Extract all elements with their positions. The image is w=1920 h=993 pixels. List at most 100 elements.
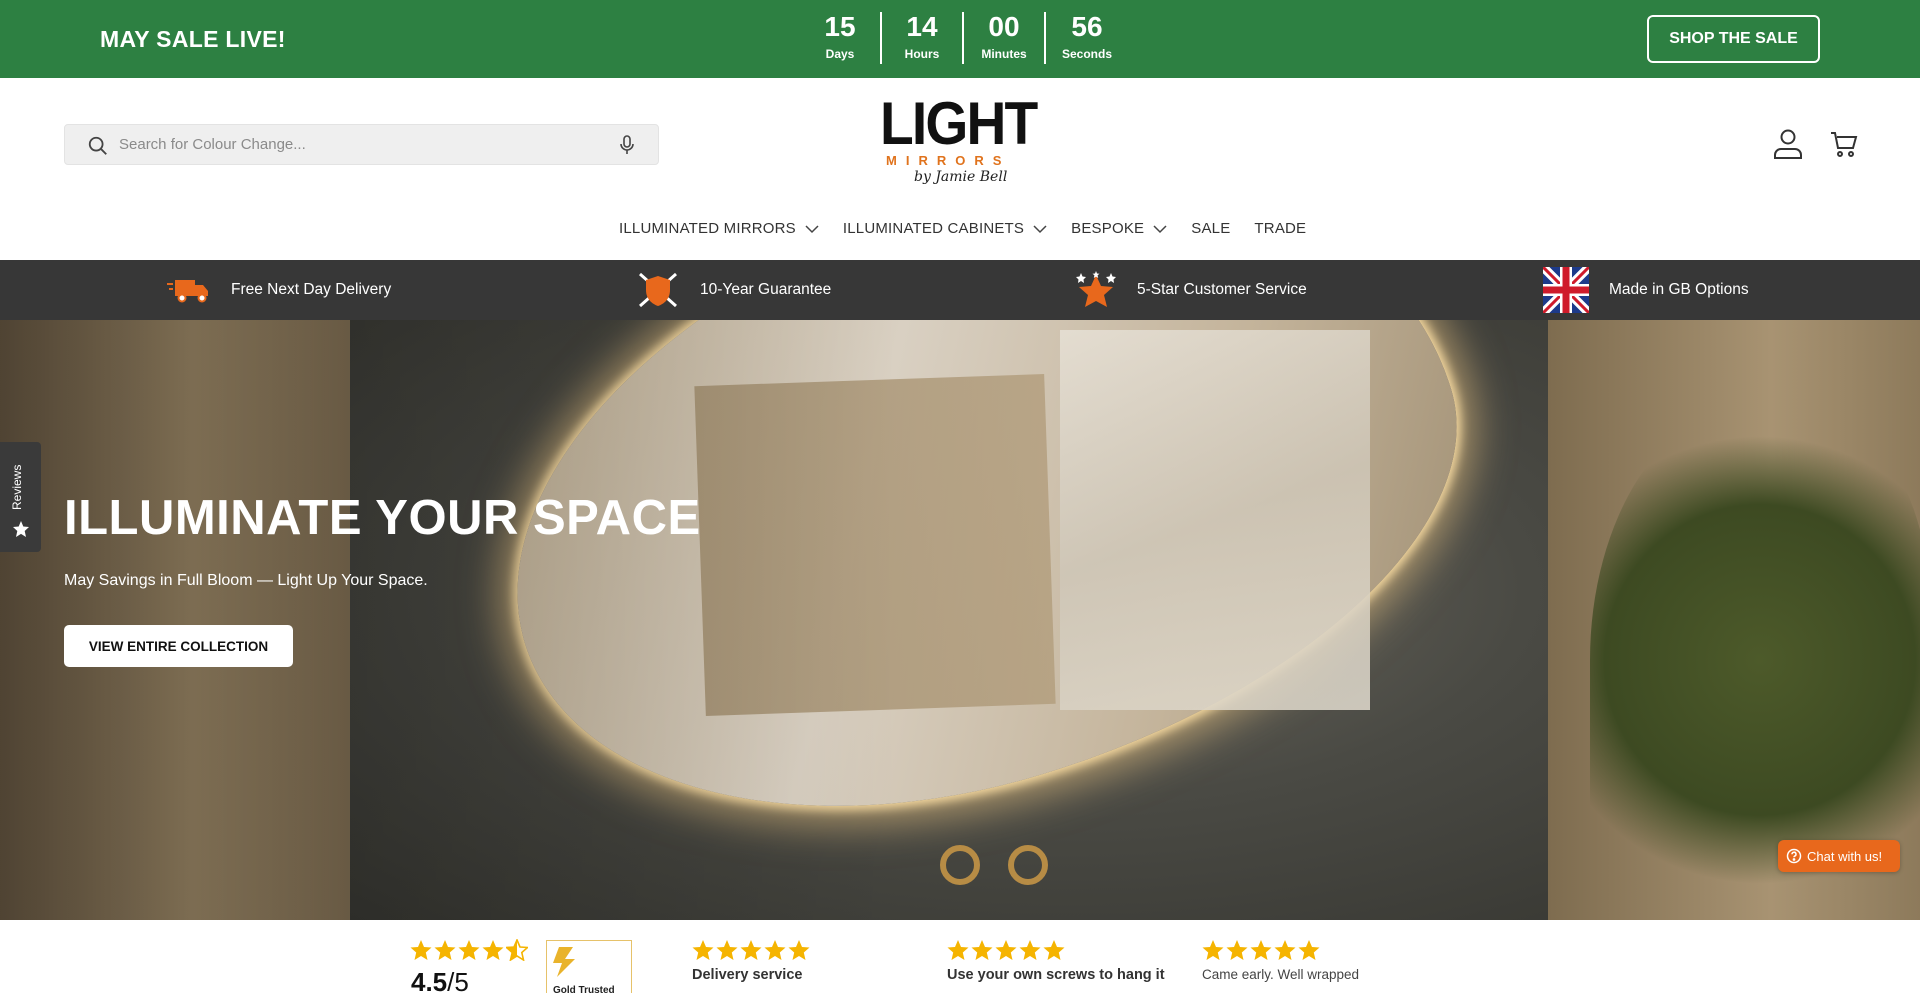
feature-label: Free Next Day Delivery [231, 281, 392, 298]
shield-icon [639, 272, 677, 308]
feature-label: 5-Star Customer Service [1137, 281, 1307, 298]
overall-rating-stars [410, 939, 528, 961]
uk-flag-icon [1543, 267, 1589, 313]
logo-main-text: LIGHT [880, 90, 1038, 157]
main-nav: ILLUMINATED MIRRORS ILLUMINATED CABINETS… [619, 220, 1330, 237]
review-stars [692, 939, 810, 961]
review-stars [1202, 939, 1359, 961]
review-card[interactable]: Came early. Well wrapped [1202, 939, 1359, 982]
reviews-strip: 4.5/5 Gold Trusted Delivery service Use … [0, 920, 1920, 993]
star-icon [482, 940, 504, 960]
rating-scale: /5 [447, 967, 469, 993]
help-circle-icon [1786, 848, 1802, 864]
star-icon [692, 940, 714, 960]
nav-trade[interactable]: TRADE [1254, 220, 1306, 237]
chevron-down-icon [1153, 224, 1167, 233]
star-icon [788, 940, 810, 960]
feature-made-in-gb: Made in GB Options [1543, 260, 1749, 320]
countdown-value: 15 [824, 11, 856, 42]
cart-icon[interactable] [1829, 129, 1859, 159]
countdown-hours: 14 Hours [882, 12, 964, 64]
star-icon [1226, 940, 1248, 960]
countdown-label: Days [825, 47, 855, 61]
features-bar: Free Next Day Delivery 10-Year Guarantee… [0, 260, 1920, 320]
star-icon [740, 940, 762, 960]
feature-customer-service: 5-Star Customer Service [1075, 260, 1307, 320]
nav-label: TRADE [1254, 220, 1307, 237]
review-title: Use your own screws to hang it [947, 967, 1165, 983]
nav-label: SALE [1191, 220, 1231, 237]
delivery-truck-icon [167, 280, 208, 303]
feature-guarantee: 10-Year Guarantee [636, 260, 831, 320]
hero-image-reflection-marble [1060, 330, 1370, 710]
account-icon[interactable] [1773, 128, 1803, 160]
star-icon [971, 940, 993, 960]
star-icon [1043, 940, 1065, 960]
overall-rating: 4.5/5 [411, 967, 469, 993]
site-logo[interactable]: LIGHT MIRRORS by Jamie Bell [880, 90, 1050, 192]
nav-label: ILLUMINATED MIRRORS [619, 220, 796, 237]
hero-title: ILLUMINATE YOUR SPACE [64, 491, 701, 545]
hero-banner: ILLUMINATE YOUR SPACE May Savings in Ful… [0, 320, 1920, 920]
nav-bespoke[interactable]: BESPOKE [1071, 220, 1167, 237]
search-icon [88, 136, 107, 155]
search-input[interactable] [119, 125, 599, 164]
countdown-label: Minutes [981, 47, 1027, 61]
hero-image-tap [940, 845, 980, 885]
microphone-icon[interactable] [617, 134, 637, 156]
hero-overlay [0, 320, 900, 920]
review-title: Came early. Well wrapped [1202, 967, 1360, 982]
countdown-value: 14 [906, 11, 938, 42]
gold-trusted-badge[interactable]: Gold Trusted [546, 940, 632, 993]
star-icon [1298, 940, 1320, 960]
feature-label: 10-Year Guarantee [700, 281, 832, 298]
reviews-side-tab[interactable]: Reviews [0, 442, 41, 552]
star-icon [1250, 940, 1272, 960]
star-icon [995, 940, 1017, 960]
shop-the-sale-button[interactable]: SHOP THE SALE [1647, 15, 1820, 63]
review-card[interactable]: Delivery service [692, 939, 810, 983]
star-icon [434, 940, 456, 960]
nav-sale[interactable]: SALE [1191, 220, 1230, 237]
logo-signature: by Jamie Bell [914, 169, 1008, 185]
star-icon [458, 940, 480, 960]
countdown-timer: 15 Days 14 Hours 00 Minutes 56 Seconds [800, 12, 1128, 64]
rating-value: 4.5 [411, 967, 448, 993]
nav-label: ILLUMINATED CABINETS [842, 220, 1025, 237]
countdown-seconds: 56 Seconds [1046, 12, 1128, 64]
promo-bar: MAY SALE LIVE! 15 Days 14 Hours 00 Minut… [0, 0, 1920, 78]
countdown-label: Hours [904, 47, 940, 61]
star-icon [947, 940, 969, 960]
reviews-tab-label: Reviews [10, 464, 24, 510]
countdown-value: 00 [988, 11, 1020, 42]
chevron-down-icon [1033, 224, 1047, 233]
lightning-bolt-icon [553, 947, 575, 977]
nav-illuminated-mirrors[interactable]: ILLUMINATED MIRRORS [619, 220, 819, 237]
countdown-days: 15 Days [800, 12, 882, 64]
star-icon [13, 521, 29, 537]
star-icon [1202, 940, 1224, 960]
hero-subtitle: May Savings in Full Bloom — Light Up You… [64, 572, 428, 589]
chat-button[interactable]: Chat with us! [1778, 840, 1900, 872]
chat-label: Chat with us! [1807, 848, 1883, 864]
star-badge-icon [1076, 271, 1116, 307]
feature-delivery: Free Next Day Delivery [167, 260, 391, 320]
countdown-label: Seconds [1061, 47, 1112, 61]
review-card[interactable]: Use your own screws to hang it [947, 939, 1165, 983]
hero-image-tap [1008, 845, 1048, 885]
nav-label: BESPOKE [1071, 220, 1145, 237]
feature-label: Made in GB Options [1609, 281, 1749, 298]
search-bar[interactable] [64, 124, 659, 165]
countdown-minutes: 00 Minutes [964, 12, 1046, 64]
countdown-value: 56 [1071, 11, 1103, 42]
promo-title: MAY SALE LIVE! [100, 26, 286, 52]
chevron-down-icon [805, 224, 819, 233]
view-collection-button[interactable]: VIEW ENTIRE COLLECTION [64, 625, 293, 667]
review-stars [947, 939, 1165, 961]
nav-illuminated-cabinets[interactable]: ILLUMINATED CABINETS [843, 220, 1047, 237]
star-icon [1019, 940, 1041, 960]
star-icon [716, 940, 738, 960]
star-icon [764, 940, 786, 960]
star-icon [410, 940, 432, 960]
star-half-icon [506, 939, 528, 961]
